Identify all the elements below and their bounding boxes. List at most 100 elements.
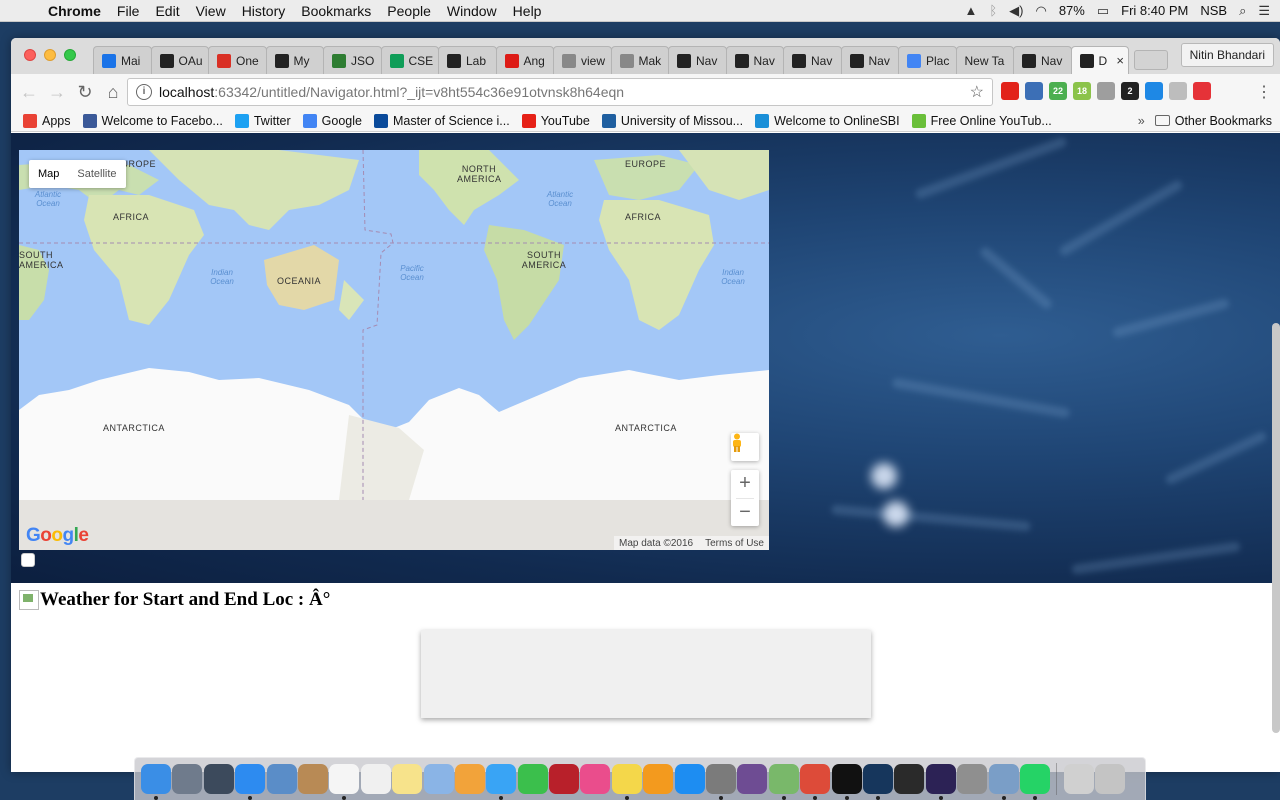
- reminders-icon[interactable]: [360, 764, 391, 794]
- zoom-in-button[interactable]: +: [731, 470, 759, 498]
- tab-7[interactable]: Ang: [495, 46, 554, 74]
- google-logo[interactable]: Google: [26, 525, 89, 547]
- tab-0[interactable]: Mai: [93, 46, 152, 74]
- terminal-icon[interactable]: [894, 764, 925, 794]
- finder-icon[interactable]: [141, 764, 171, 800]
- ibooks-icon[interactable]: [643, 764, 674, 794]
- menu-window[interactable]: Window: [439, 3, 505, 19]
- tab-12[interactable]: Nav: [783, 46, 842, 74]
- tab-6[interactable]: Lab: [438, 46, 497, 74]
- tab-3[interactable]: My: [265, 46, 324, 74]
- calendar-icon[interactable]: [329, 764, 360, 800]
- profile-button[interactable]: Nitin Bhandari: [1180, 43, 1274, 67]
- window-maximize-button[interactable]: [64, 49, 76, 61]
- itunes-icon[interactable]: [580, 764, 611, 794]
- tab-2[interactable]: One: [208, 46, 267, 74]
- notification-center-icon[interactable]: ☰: [1258, 3, 1270, 19]
- cloud-icon[interactable]: [1097, 82, 1115, 100]
- tab-14[interactable]: Plac: [898, 46, 957, 74]
- terms-of-use-link[interactable]: Terms of Use: [705, 538, 764, 549]
- tab-13[interactable]: Nav: [840, 46, 899, 74]
- facetime-icon[interactable]: [517, 764, 548, 794]
- map-type-satellite-button[interactable]: Satellite: [68, 160, 125, 188]
- window-minimize-button[interactable]: [44, 49, 56, 61]
- utility-icon[interactable]: [957, 764, 988, 794]
- reload-button[interactable]: ↻: [71, 82, 99, 103]
- intellij-icon[interactable]: [831, 764, 862, 800]
- stickies-icon[interactable]: [611, 764, 642, 800]
- tab-17[interactable]: D ×: [1070, 46, 1129, 74]
- spotlight-search-icon[interactable]: ⌕: [1239, 3, 1246, 19]
- preview-alt-icon[interactable]: [423, 764, 454, 794]
- tab-16[interactable]: Nav: [1013, 46, 1072, 74]
- map-type-map-button[interactable]: Map: [29, 160, 68, 188]
- tab-9[interactable]: Mak: [610, 46, 669, 74]
- tab-10[interactable]: Nav: [668, 46, 727, 74]
- window-close-button[interactable]: [24, 49, 36, 61]
- amazon-icon[interactable]: 2: [1121, 82, 1139, 100]
- photos-icon[interactable]: [454, 764, 485, 794]
- google-map[interactable]: EUROPE AFRICA SOUTH AMERICA OCEANIA NORT…: [19, 150, 769, 550]
- app-store-icon[interactable]: [674, 764, 705, 794]
- photo-booth-icon[interactable]: [549, 764, 580, 794]
- page-scrollbar[interactable]: [1272, 323, 1280, 733]
- eclipse-icon[interactable]: [925, 764, 956, 800]
- ebay-icon[interactable]: [1193, 82, 1211, 100]
- menu-file[interactable]: File: [109, 3, 148, 19]
- bookmark-item[interactable]: University of Missou...: [601, 113, 743, 128]
- image-capture-icon[interactable]: [988, 764, 1019, 800]
- menu-edit[interactable]: Edit: [147, 3, 187, 19]
- zoom-out-button[interactable]: −: [731, 499, 759, 527]
- calendar-icon[interactable]: 18: [1073, 82, 1091, 100]
- safari-icon[interactable]: [235, 764, 266, 800]
- bookmark-item[interactable]: YouTube: [521, 113, 590, 128]
- chrome-menu-icon[interactable]: ⋮: [1256, 82, 1272, 102]
- opera-icon[interactable]: [1001, 82, 1019, 100]
- menu-people[interactable]: People: [379, 3, 439, 19]
- bluetooth-icon[interactable]: ᛒ: [989, 3, 997, 18]
- back-button[interactable]: ←: [15, 82, 43, 103]
- android-studio-icon[interactable]: [768, 764, 799, 800]
- bookmark-star-icon[interactable]: ☆: [970, 82, 984, 102]
- volume-icon[interactable]: ◀): [1009, 3, 1023, 19]
- webstorm-icon[interactable]: [862, 764, 893, 800]
- preview-icon[interactable]: [266, 764, 297, 794]
- tab-8[interactable]: view: [553, 46, 612, 74]
- checkbox[interactable]: [21, 553, 35, 567]
- trash-icon[interactable]: [1095, 764, 1126, 794]
- site-info-icon[interactable]: i: [136, 84, 152, 100]
- bookmark-item[interactable]: Google: [302, 113, 362, 128]
- menu-view[interactable]: View: [188, 3, 234, 19]
- tab-5[interactable]: CSE: [380, 46, 439, 74]
- bookmark-item[interactable]: Welcome to OnlineSBI: [755, 113, 900, 128]
- mission-control-icon[interactable]: [203, 764, 234, 794]
- ext-green-icon[interactable]: 22: [1049, 82, 1067, 100]
- tab-15[interactable]: New Ta: [955, 46, 1014, 74]
- user-name[interactable]: NSB: [1200, 3, 1227, 18]
- bookmark-item[interactable]: Welcome to Facebo...: [82, 113, 223, 128]
- forward-button[interactable]: →: [43, 82, 71, 103]
- battery-icon[interactable]: ▭: [1097, 3, 1109, 19]
- tab-close-icon[interactable]: ×: [1116, 53, 1128, 68]
- other-bookmarks[interactable]: Other Bookmarks: [1175, 114, 1272, 128]
- address-bar[interactable]: i localhost :63342/untitled/Navigator.ht…: [127, 78, 993, 106]
- zotero-icon[interactable]: [1025, 82, 1043, 100]
- system-prefs-icon[interactable]: [706, 764, 737, 800]
- more-bookmarks-icon[interactable]: »: [1138, 114, 1145, 128]
- tab-1[interactable]: OAu: [150, 46, 209, 74]
- street-view-pegman-icon[interactable]: [731, 433, 759, 461]
- bookmark-item[interactable]: Free Online YouTub...: [911, 113, 1052, 128]
- menu-help[interactable]: Help: [505, 3, 550, 19]
- bookmark-item[interactable]: Master of Science i...: [373, 113, 510, 128]
- contacts-icon[interactable]: [297, 764, 328, 794]
- search-ext-icon[interactable]: [1145, 82, 1163, 100]
- github-icon[interactable]: [737, 764, 768, 794]
- clock[interactable]: Fri 8:40 PM: [1121, 3, 1188, 18]
- messages-icon[interactable]: [486, 764, 517, 800]
- chrome-icon[interactable]: [800, 764, 831, 800]
- home-button[interactable]: ⌂: [99, 82, 127, 103]
- bookmark-item[interactable]: Twitter: [234, 113, 291, 128]
- menu-app-name[interactable]: Chrome: [40, 3, 109, 19]
- new-tab-button[interactable]: [1134, 50, 1168, 70]
- menu-bookmarks[interactable]: Bookmarks: [293, 3, 379, 19]
